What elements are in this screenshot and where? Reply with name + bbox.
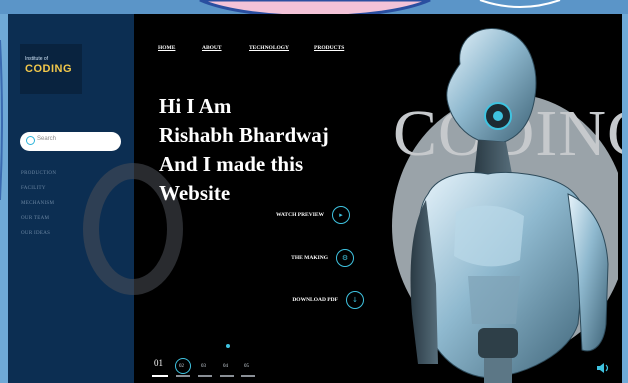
headline-line-1: Hi I Am [159, 94, 232, 118]
pagination-bar-03 [198, 375, 212, 377]
headline-line-2: Rishabh Bhardwaj [159, 123, 329, 147]
nav-home[interactable]: HOME [158, 45, 175, 51]
pagination-bar-04 [220, 375, 234, 377]
headline-line-4: Website [159, 181, 231, 205]
gear-icon: ⚙ [336, 249, 354, 267]
sidebar-item-mechanism[interactable]: MECHANISM [21, 201, 54, 206]
nav-about[interactable]: ABOUT [202, 45, 222, 51]
app-frame: Institute of CODING Search PRODUCTION FA… [8, 14, 622, 383]
search-input[interactable]: Search [20, 132, 121, 151]
pagination-page-04[interactable]: 04 [223, 364, 228, 369]
robot-image [410, 28, 609, 383]
nav-products[interactable]: PRODUCTS [314, 45, 344, 51]
search-placeholder: Search [37, 136, 57, 142]
logo-title: CODING [25, 63, 72, 75]
sidebar-item-our-ideas[interactable]: OUR IDEAS [21, 231, 50, 236]
watch-preview-button[interactable]: WATCH PREVIEW ▸ [238, 206, 350, 226]
sidebar-item-production[interactable]: PRODUCTION [21, 171, 56, 176]
hero-headline: Hi I Am Rishabh Bhardwaj And I made this… [159, 92, 329, 208]
pagination-page-05[interactable]: 05 [244, 364, 249, 369]
pagination-current: 01 [154, 358, 163, 368]
search-icon [26, 136, 35, 145]
pagination-current-bar [152, 375, 168, 377]
the-making-label: THE MAKING [291, 255, 328, 261]
play-icon: ▸ [332, 206, 350, 224]
slide-indicator-dot [226, 344, 230, 348]
speaker-icon[interactable] [596, 362, 610, 374]
pagination-bar-05 [241, 375, 255, 377]
sidebar-item-facility[interactable]: FACILITY [21, 186, 46, 191]
headline-line-3: And I made this [159, 152, 304, 176]
pagination-page-03[interactable]: 03 [201, 364, 206, 369]
watch-preview-label: WATCH PREVIEW [275, 212, 324, 218]
download-pdf-button[interactable]: DOWNLOAD PDF ↓ [238, 291, 364, 311]
nav-technology[interactable]: TECHNOLOGY [249, 45, 289, 51]
logo[interactable]: Institute of CODING [20, 44, 82, 94]
pagination-bar-02 [176, 375, 190, 377]
logo-subtitle: Institute of [25, 56, 49, 62]
download-pdf-label: DOWNLOAD PDF [292, 297, 338, 303]
pagination-page-02[interactable]: 02 [179, 364, 184, 369]
download-icon: ↓ [346, 291, 364, 309]
sidebar-item-our-team[interactable]: OUR TEAM [21, 216, 49, 221]
the-making-button[interactable]: THE MAKING ⚙ [238, 249, 354, 269]
